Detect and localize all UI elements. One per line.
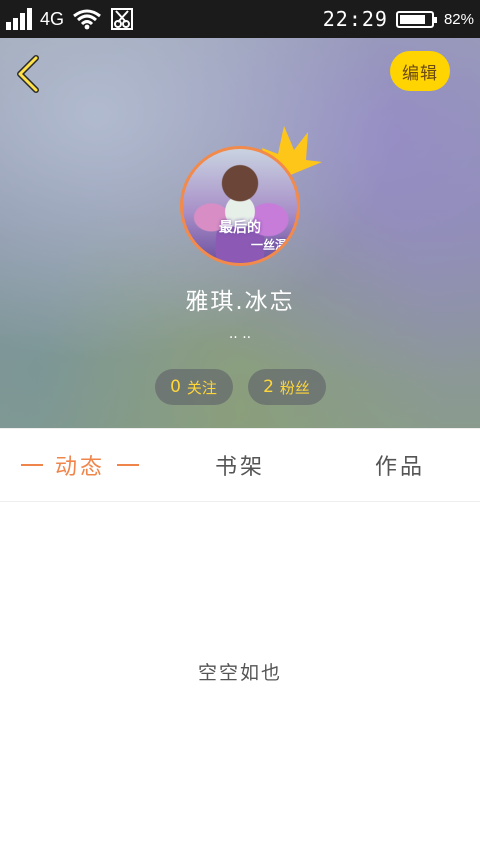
chevron-left-icon [17,55,39,93]
status-left: 4G [6,7,134,31]
follow-count-button[interactable]: 0 关注 [154,369,233,405]
username: 雅琪.冰忘 [185,289,295,315]
tab-indicator-right [117,464,139,466]
signature: ·· ·· [228,330,252,346]
avatar-wrap: 最后的 一丝温 [180,146,300,266]
tab-bar: 动态 书架 作品 [0,428,480,502]
empty-state-text: 空空如也 [197,662,282,684]
signal-icon [6,8,32,30]
status-right: 22:29 82% [323,7,474,31]
tab-works[interactable]: 作品 [320,429,480,501]
tab-bookshelf[interactable]: 书架 [160,429,320,501]
status-bar: 4G 22:29 82% [0,0,480,38]
network-type: 4G [40,8,65,29]
profile-header: 编辑 最后的 一丝温 雅琪.冰忘 ·· ·· 0 关注 2 粉丝 [0,38,480,428]
tab-bookshelf-label: 书架 [214,455,265,480]
fans-count-button[interactable]: 2 粉丝 [247,369,326,405]
screenshot-icon [111,8,134,30]
avatar[interactable]: 最后的 一丝温 [180,146,300,266]
stats-row: 0 关注 2 粉丝 [0,369,480,405]
tab-activity-label: 动态 [54,455,105,480]
battery-percent: 82% [443,10,474,28]
fans-count: 2 [263,377,274,397]
tab-indicator-left [20,464,43,466]
battery-icon [395,10,437,28]
avatar-caption: 最后的 [219,220,261,236]
follow-label: 关注 [186,378,217,397]
tab-activity[interactable]: 动态 [0,429,160,501]
clock: 22:29 [322,7,388,31]
wifi-icon [73,9,101,30]
battery-fill [399,14,425,24]
fans-label: 粉丝 [279,378,310,397]
tab-works-label: 作品 [374,455,425,480]
avatar-caption-secondary: 一丝温 [250,238,287,252]
edit-button[interactable]: 编辑 [390,51,450,91]
follow-count: 0 [170,377,181,397]
back-button[interactable] [12,54,46,94]
